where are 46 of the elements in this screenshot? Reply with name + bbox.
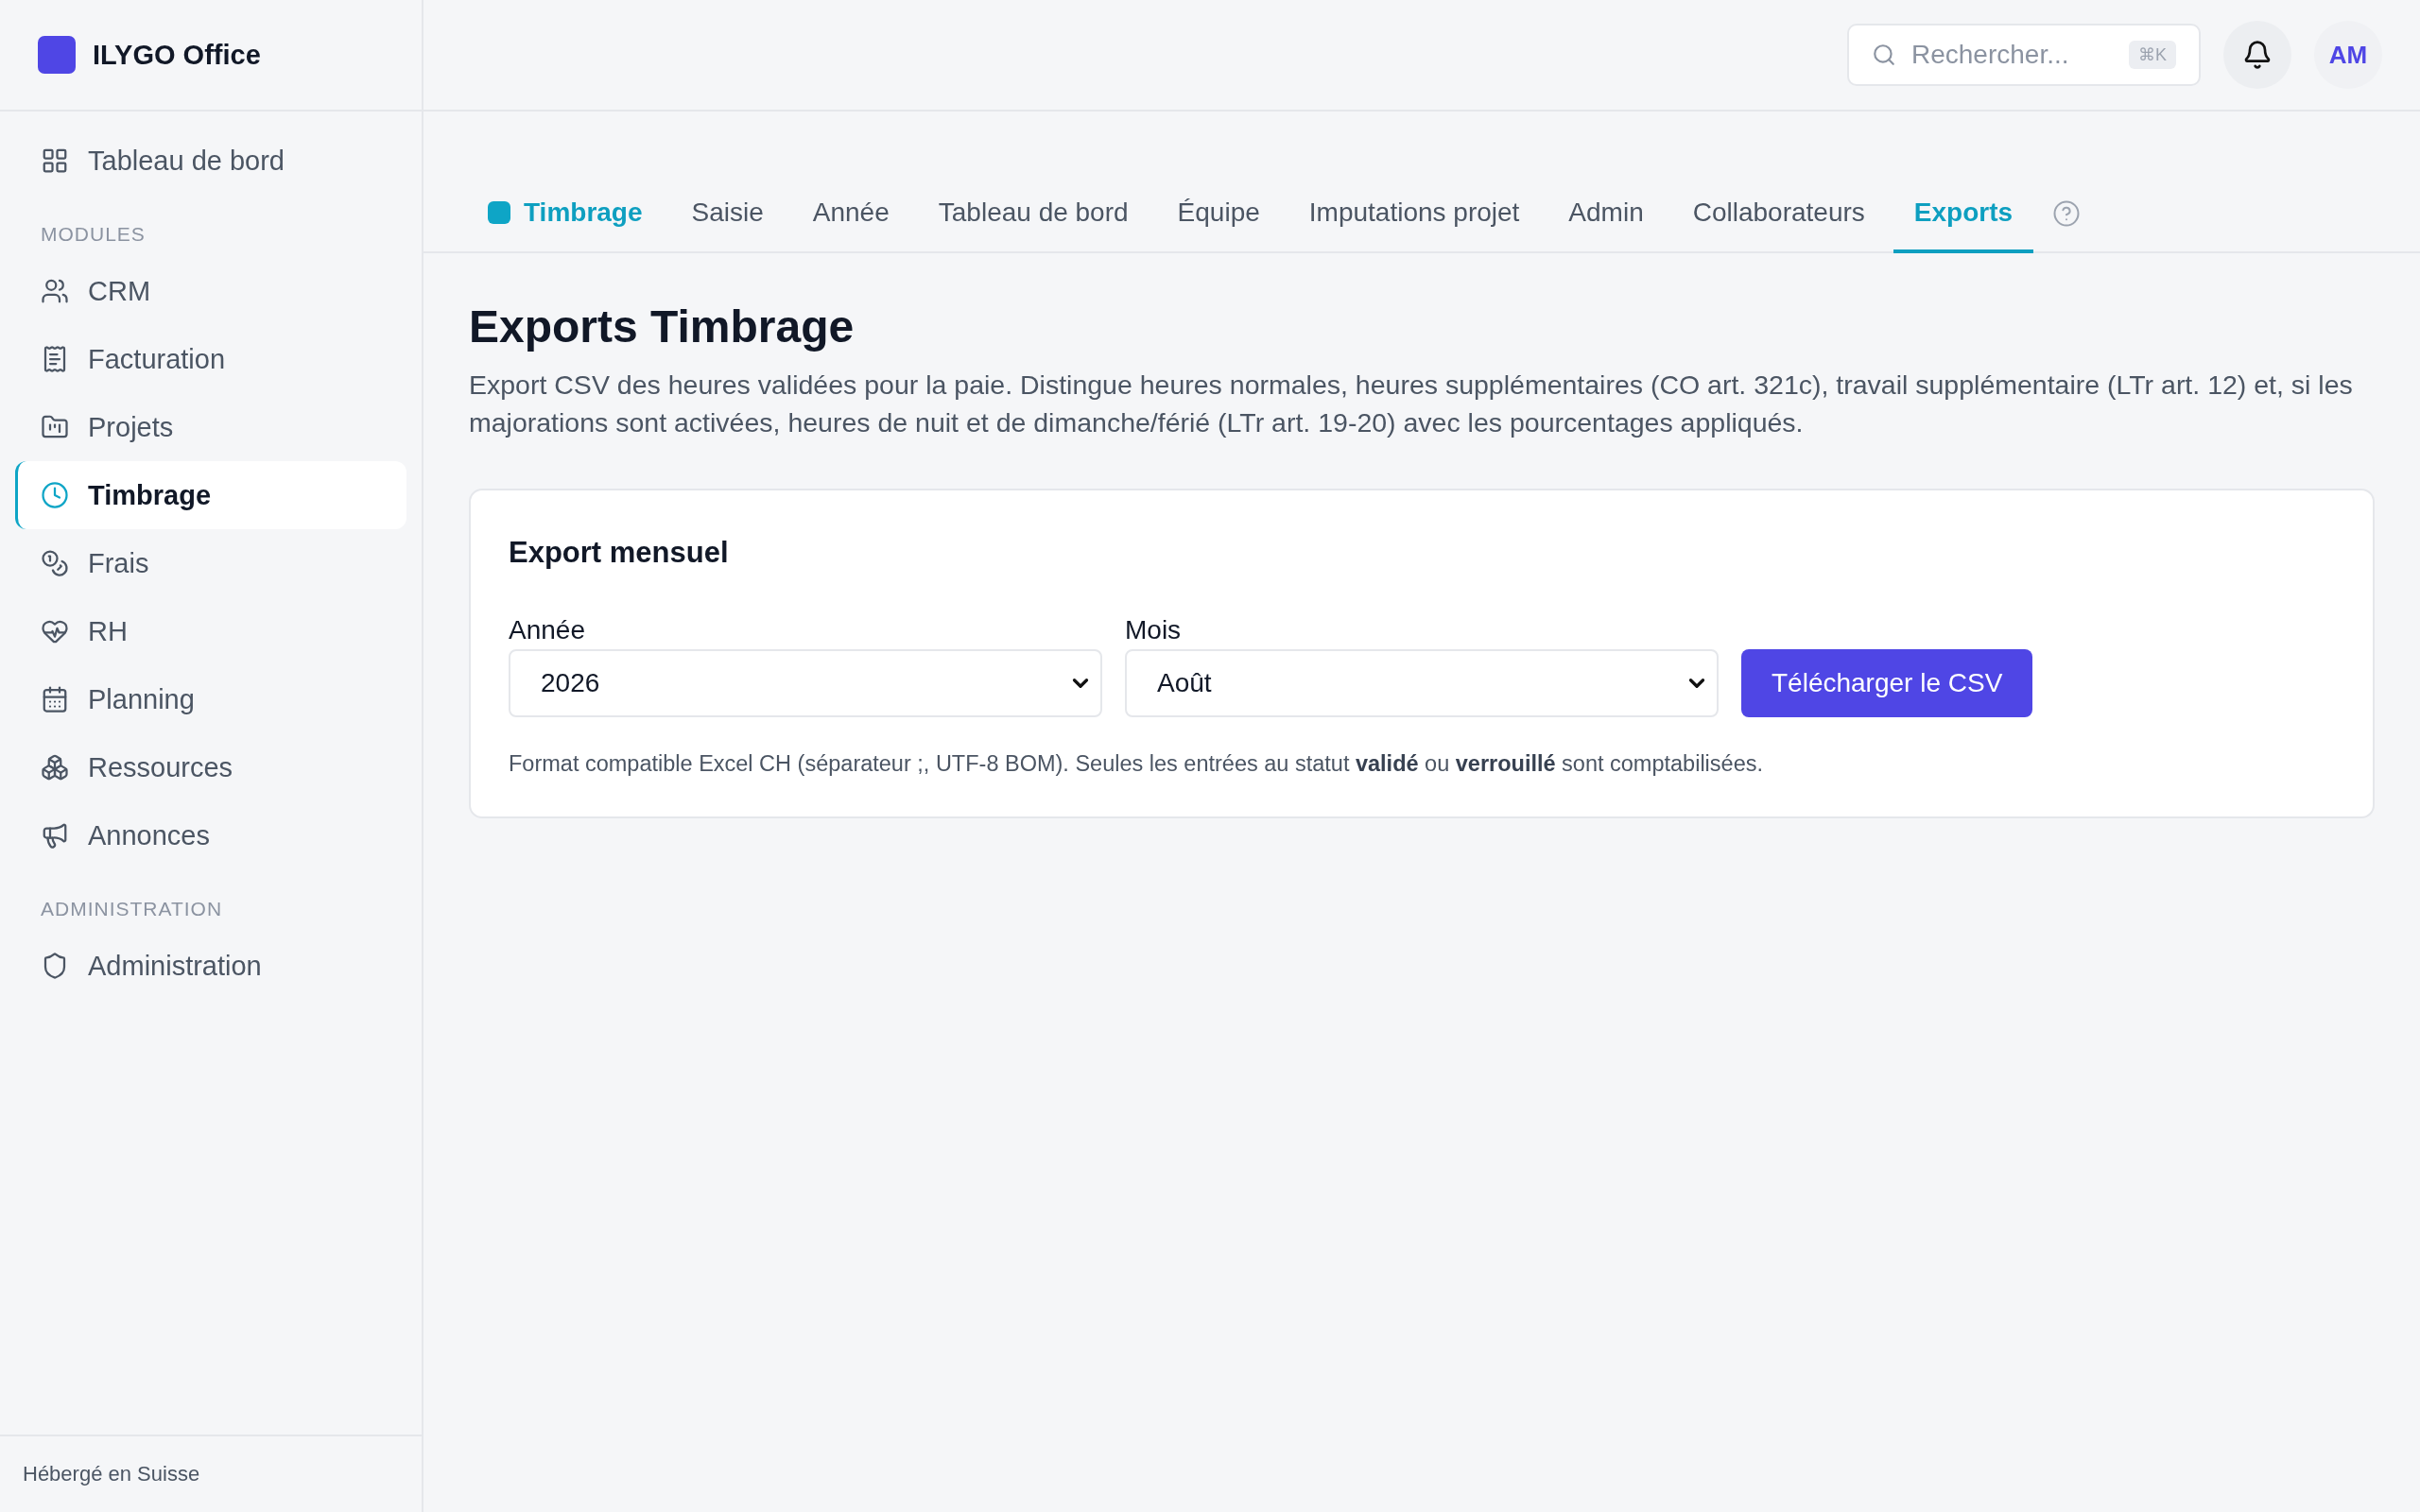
tab[interactable]: Équipe [1156, 176, 1281, 253]
coins-icon [41, 549, 69, 577]
field-label: Année [509, 615, 586, 645]
sidebar-item[interactable]: CRM [15, 257, 406, 325]
tab[interactable]: Admin [1547, 176, 1665, 253]
logo-icon [38, 36, 76, 74]
users-icon [41, 277, 69, 305]
sidebar-item[interactable]: Tableau de bord [15, 127, 406, 195]
search-placeholder: Rechercher... [1911, 40, 2069, 70]
page-description: Export CSV des heures validées pour la paie. Distingue heures normales, heures supplémentaires (CO art. 321c), travail supplémentaire (LTr art. 12) et, si les majorations sont activées, heures de nuit et de dimanche/férié (LTr art. 19-20) avec les pourcentages appliqués. [469, 369, 2354, 439]
page-title: Exports Timbrage [469, 301, 856, 352]
select-field[interactable]: Août [1125, 649, 1719, 717]
boxes-icon [41, 753, 69, 782]
format-note: Format compatible Excel CH (séparateur ;, UTF-8 BOM). Seules les entrées au statut validé ou verrouillé sont comptabilisées. [509, 751, 1764, 777]
sidebar-item[interactable]: Ressources [15, 733, 406, 801]
grid-icon [41, 146, 69, 175]
tab[interactable]: Collaborateurs [1671, 176, 1886, 253]
tab[interactable]: Saisie [670, 176, 785, 253]
sidebar-item[interactable]: Annonces [15, 801, 406, 869]
footer-text: Hébergé en Suisse [0, 1435, 422, 1512]
card-title: Export mensuel [509, 536, 730, 570]
shortcut-badge: ⌘K [2129, 41, 2176, 69]
tab[interactable]: Tableau de bord [917, 176, 1150, 253]
clock-icon [41, 481, 69, 509]
megaphone-icon [41, 821, 69, 850]
sidebar-item[interactable]: Frais [15, 529, 406, 597]
section-heading: ADMINISTRATION [40, 897, 224, 921]
download-button[interactable]: Télécharger le CSV [1741, 649, 2033, 717]
tab[interactable]: Année [791, 176, 910, 253]
user-avatar[interactable]: AM [2314, 21, 2382, 89]
sidebar-item[interactable]: Projets [15, 393, 406, 461]
sidebar-item[interactable]: RH [15, 597, 406, 665]
sidebar-item[interactable]: Planning [15, 665, 406, 733]
module-icon [488, 201, 510, 224]
brand-name: ILYGO Office [93, 39, 261, 71]
sidebar-item[interactable]: Timbrage [15, 461, 406, 529]
calendar-icon [41, 685, 69, 713]
sidebar-item[interactable]: Facturation [15, 325, 406, 393]
select-field[interactable]: 2026 [509, 649, 1102, 717]
module-name: Timbrage [524, 198, 643, 228]
section-heading: MODULES [40, 222, 147, 247]
field-label: Mois [1125, 615, 1183, 645]
search-icon [1872, 43, 1896, 67]
tab[interactable]: Imputations projet [1288, 176, 1541, 253]
sidebar-item[interactable]: Administration [15, 932, 406, 1000]
bell-icon [2242, 40, 2273, 70]
